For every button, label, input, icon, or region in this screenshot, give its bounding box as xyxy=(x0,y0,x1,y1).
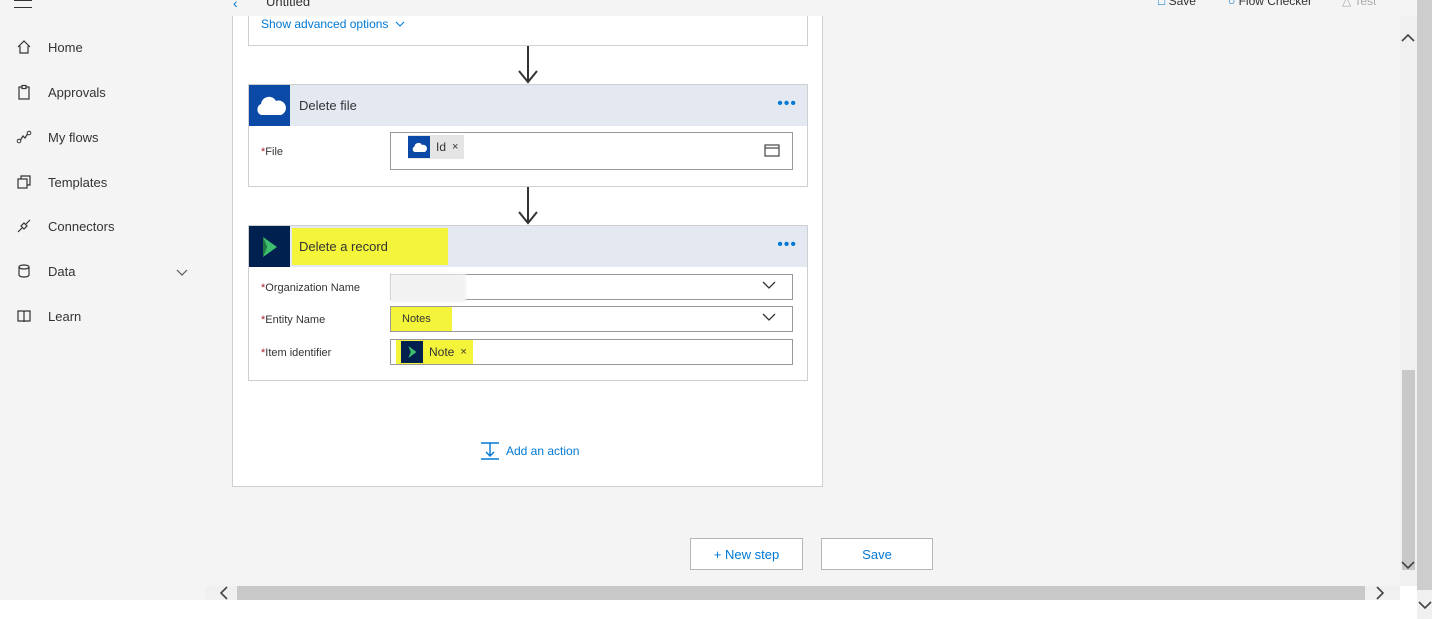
plug-icon xyxy=(14,216,34,236)
nav-label: Templates xyxy=(48,174,108,190)
delete-file-title: Delete file xyxy=(299,98,357,113)
item-identifier-label: *Item identifier xyxy=(261,347,332,359)
file-label: *File xyxy=(261,146,284,158)
add-an-action-link[interactable]: Add an action xyxy=(480,441,579,461)
canvas-horizontal-scrollbar[interactable] xyxy=(205,586,1400,600)
nav-label: Learn xyxy=(48,308,82,324)
clipboard-icon xyxy=(14,82,34,102)
chevron-down-icon xyxy=(395,21,405,27)
nav-item-approvals[interactable]: Approvals xyxy=(0,72,205,112)
flow-checker-button[interactable]: ○ Flow Checker xyxy=(1228,0,1312,8)
book-icon xyxy=(14,306,34,326)
test-button[interactable]: △ Test xyxy=(1342,0,1376,8)
add-an-action-label: Add an action xyxy=(506,444,580,458)
page-vertical-scrollbar[interactable] xyxy=(1417,0,1432,619)
advanced-options-label: Show advanced options xyxy=(261,17,389,31)
database-icon xyxy=(14,261,34,281)
nav-item-my-flows[interactable]: My flows xyxy=(0,117,205,157)
nav-item-connectors[interactable]: Connectors xyxy=(0,206,205,246)
nav-label: Approvals xyxy=(48,84,106,100)
folder-picker-icon[interactable] xyxy=(764,143,780,162)
top-save-button[interactable]: □ Save xyxy=(1158,0,1196,8)
delete-record-header[interactable]: Delete a record ••• xyxy=(249,226,807,267)
item-identifier-field-row: *Item identifier Note × xyxy=(249,339,807,367)
dynamics-icon xyxy=(401,341,423,363)
templates-icon xyxy=(14,172,34,192)
save-icon: □ xyxy=(1158,0,1166,8)
delete-record-card: Delete a record ••• *Organization Name *… xyxy=(248,225,808,381)
nav-label: Connectors xyxy=(48,218,115,234)
scroll-down-icon[interactable] xyxy=(1401,558,1415,572)
hamburger-menu-icon[interactable] xyxy=(14,0,32,8)
redacted-value xyxy=(390,274,466,302)
flow-checker-label: Flow Checker xyxy=(1238,0,1312,8)
token-label: Id xyxy=(436,140,447,154)
flow-title[interactable]: Untitled xyxy=(266,0,310,9)
dynamics-icon xyxy=(249,226,290,267)
delete-file-card: Delete file ••• *File Id × xyxy=(248,84,808,187)
entity-field-row: *Entity Name Notes xyxy=(249,306,807,334)
scrollbar-thumb[interactable] xyxy=(1417,0,1432,590)
chevron-down-icon xyxy=(762,281,776,289)
file-input[interactable]: Id × xyxy=(390,132,793,170)
nav-item-home[interactable]: Home xyxy=(0,27,205,67)
organization-label: *Organization Name xyxy=(261,282,361,294)
nav-item-templates[interactable]: Templates xyxy=(0,162,205,202)
more-options-icon[interactable]: ••• xyxy=(777,236,797,254)
home-icon xyxy=(14,37,34,57)
test-label: Test xyxy=(1354,0,1377,8)
file-field-row: *File Id × xyxy=(249,132,807,170)
scrollbar-thumb[interactable] xyxy=(1402,370,1415,570)
flow-icon xyxy=(14,127,34,147)
nav-label: Home xyxy=(48,39,83,55)
save-button[interactable]: Save xyxy=(821,538,933,570)
organization-field-row: *Organization Name xyxy=(249,274,807,302)
entity-value: Notes xyxy=(391,307,452,331)
show-advanced-options-link[interactable]: Show advanced options xyxy=(261,17,405,31)
scroll-up-icon[interactable] xyxy=(1401,30,1415,44)
scroll-left-icon[interactable] xyxy=(219,586,228,602)
note-token[interactable]: Note × xyxy=(396,340,473,364)
scrollbar-thumb[interactable] xyxy=(237,586,1365,600)
remove-token-icon[interactable]: × xyxy=(452,141,458,153)
token-label: Note xyxy=(429,345,455,359)
flask-icon: △ xyxy=(1342,0,1352,8)
more-options-icon[interactable]: ••• xyxy=(777,95,797,113)
entity-select[interactable]: Notes xyxy=(390,306,793,332)
back-arrow-icon[interactable]: ‹ xyxy=(233,0,238,11)
new-step-button[interactable]: + New step xyxy=(690,538,803,570)
nav-item-data[interactable]: Data xyxy=(0,251,205,291)
scroll-right-icon[interactable] xyxy=(1376,586,1385,602)
delete-record-title: Delete a record xyxy=(292,228,448,265)
delete-file-header[interactable]: Delete file ••• xyxy=(249,85,807,126)
remove-token-icon[interactable]: × xyxy=(460,346,466,358)
scroll-down-icon[interactable] xyxy=(1418,598,1432,612)
left-nav: Home Approvals My flows Templates Connec… xyxy=(0,0,205,600)
add-action-icon xyxy=(481,442,499,460)
chevron-down-icon[interactable] xyxy=(176,264,188,282)
top-save-label: Save xyxy=(1168,0,1196,8)
id-token[interactable]: Id × xyxy=(408,135,465,159)
nav-item-learn[interactable]: Learn xyxy=(0,296,205,336)
chevron-down-icon xyxy=(762,313,776,321)
entity-label: *Entity Name xyxy=(261,314,326,326)
onedrive-icon xyxy=(408,136,430,158)
canvas-vertical-scrollbar[interactable] xyxy=(1400,16,1417,586)
onedrive-icon xyxy=(249,85,290,126)
nav-label: Data xyxy=(48,263,76,279)
nav-label: My flows xyxy=(48,129,99,145)
previous-action-card: Show advanced options xyxy=(248,16,808,46)
item-identifier-input[interactable]: Note × xyxy=(390,339,793,365)
stethoscope-icon: ○ xyxy=(1228,0,1236,8)
